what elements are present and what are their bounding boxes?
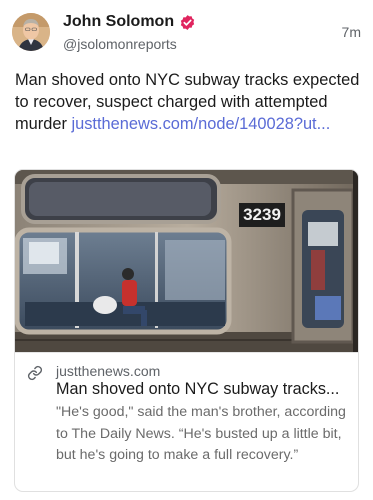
author-handle[interactable]: @jsolomonreports [63,36,177,52]
car-number: 3239 [243,205,281,224]
card-domain: justthenews.com [56,363,161,379]
post-body: Man shoved onto NYC subway tracks expect… [15,69,360,135]
link-icon [27,365,43,381]
verified-badge-icon [179,14,196,31]
post-header: John Solomon @jsolomonreports 7m [12,13,361,57]
link-preview-card[interactable]: 3239 justthenews.com Man shoved onto NYC… [14,169,359,492]
card-image[interactable]: 3239 [15,170,358,352]
post-link[interactable]: justthenews.com/node/140028?ut... [71,115,330,133]
card-description: "He's good," said the man's brother, acc… [56,404,346,463]
post-timestamp[interactable]: 7m [342,24,361,40]
card-title[interactable]: Man shoved onto NYC subway tracks... [56,380,352,399]
card-body[interactable]: justthenews.com Man shoved onto NYC subw… [15,352,358,491]
author-name[interactable]: John Solomon [63,13,196,31]
avatar[interactable] [12,13,50,51]
author-name-text[interactable]: John Solomon [63,13,174,31]
